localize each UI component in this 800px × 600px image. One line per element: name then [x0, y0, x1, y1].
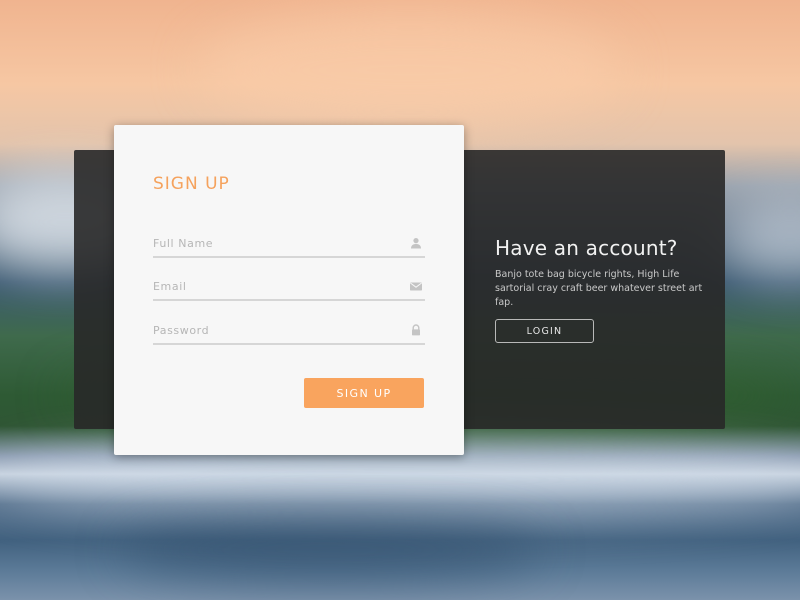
full-name-input[interactable]: [153, 232, 393, 254]
background-lake-reflection: [0, 445, 800, 515]
email-input[interactable]: [153, 275, 393, 297]
login-info: Have an account? Banjo tote bag bicycle …: [495, 236, 710, 310]
password-field: [153, 319, 425, 345]
login-panel-description: Banjo tote bag bicycle rights, High Life…: [495, 269, 703, 308]
background-sky-glow: [200, 10, 620, 130]
login-panel-title: Have an account?: [495, 236, 678, 260]
full-name-field: [153, 232, 425, 258]
background-mountain-snow-right: [720, 200, 800, 280]
password-input[interactable]: [153, 319, 393, 341]
signup-button[interactable]: SIGN UP: [304, 378, 424, 408]
signup-card: SIGN UP SIGN UP: [114, 125, 464, 455]
signup-title: SIGN UP: [153, 174, 230, 194]
email-field: [153, 275, 425, 301]
lock-icon: [412, 324, 420, 336]
login-button[interactable]: LOGIN: [495, 319, 594, 343]
background-lake-shadow: [120, 520, 540, 580]
user-icon: [411, 238, 421, 249]
envelope-icon: [410, 282, 422, 291]
page-background: Have an account? Banjo tote bag bicycle …: [0, 0, 800, 600]
